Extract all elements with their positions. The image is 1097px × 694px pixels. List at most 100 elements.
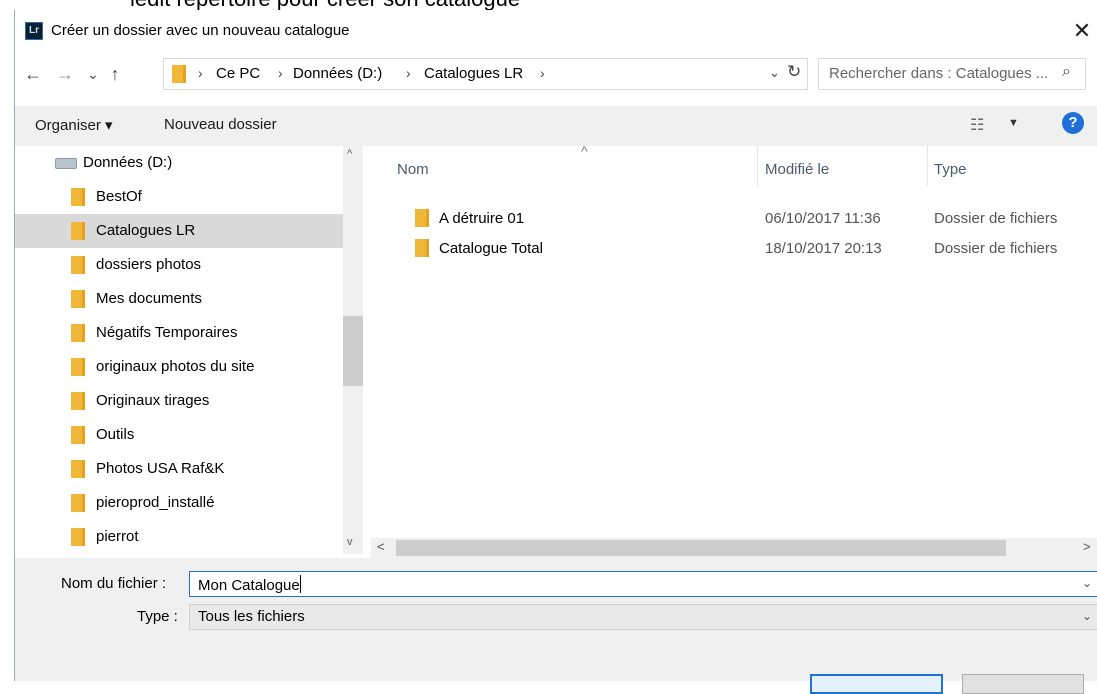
- help-icon[interactable]: ?: [1062, 112, 1084, 134]
- breadcrumb-separator-icon: ›: [406, 65, 411, 81]
- drive-icon: [55, 158, 77, 169]
- sidebar-item-label: dossiers photos: [96, 256, 202, 273]
- folder-icon: [71, 426, 85, 444]
- file-modified-cell: 06/10/2017 11:36: [765, 210, 881, 227]
- recent-locations-chevron-icon[interactable]: ⌄: [81, 58, 105, 90]
- sidebar-item[interactable]: Outils: [15, 418, 343, 452]
- folder-icon: [71, 528, 85, 546]
- forward-arrow-icon[interactable]: →: [53, 58, 77, 90]
- folder-icon: [415, 239, 429, 257]
- sidebar-item[interactable]: dossiers photos: [15, 248, 343, 282]
- command-toolbar: Organiser ▾ Nouveau dossier ☷ ▼ ?: [15, 106, 1097, 146]
- sidebar-item[interactable]: Catalogues LR: [15, 214, 343, 248]
- search-icon[interactable]: ⌕: [1062, 63, 1071, 81]
- breadcrumb-separator-icon: ›: [198, 65, 203, 81]
- select-folder-button[interactable]: [810, 674, 943, 694]
- cancel-button[interactable]: [962, 674, 1084, 694]
- table-row[interactable]: Catalogue Total 18/10/2017 20:13 Dossier d…: [371, 234, 1097, 264]
- sidebar-scroll-thumb[interactable]: [343, 316, 363, 386]
- address-bar[interactable]: › Ce PC › Données (D:) › Catalogues LR ›…: [163, 58, 808, 90]
- view-dropdown-icon[interactable]: ▼: [1008, 117, 1019, 129]
- sidebar-scrollbar[interactable]: ^ v: [343, 146, 363, 554]
- sidebar-item-label: Négatifs Temporaires: [96, 324, 238, 341]
- breadcrumb-this-pc[interactable]: Ce PC: [216, 65, 260, 82]
- lightroom-app-icon: Lr: [25, 22, 43, 40]
- sidebar-item-label: pierrot: [96, 528, 139, 545]
- column-header-type[interactable]: Type: [934, 161, 967, 178]
- sort-ascending-icon: ^: [581, 143, 588, 159]
- table-row[interactable]: A détruire 01 06/10/2017 11:36 Dossier de …: [371, 204, 1097, 234]
- file-type-cell: Dossier de fichiers: [934, 210, 1058, 227]
- sidebar-item[interactable]: Originaux tirages: [15, 384, 343, 418]
- back-arrow-icon[interactable]: ←: [21, 58, 45, 90]
- filename-input[interactable]: Mon Catalogue ⌄: [189, 571, 1097, 597]
- file-modified-cell: 18/10/2017 20:13: [765, 240, 882, 257]
- folder-icon: [71, 324, 85, 342]
- horizontal-scroll-thumb[interactable]: [396, 540, 1006, 556]
- address-dropdown-icon[interactable]: ⌄: [769, 65, 780, 81]
- sidebar-item-label: Outils: [96, 426, 135, 443]
- file-type-value: Tous les fichiers: [198, 608, 305, 625]
- sidebar-item[interactable]: BestOf: [15, 180, 343, 214]
- sidebar-item[interactable]: originaux photos du site: [15, 350, 343, 384]
- breadcrumb-drive-d[interactable]: Données (D:): [293, 65, 382, 82]
- sidebar-item-label: pieroprod_installé: [96, 494, 215, 511]
- navigation-pane: Données (D:) BestOf Catalogues LR dossiers…: [15, 146, 363, 554]
- close-icon[interactable]: ✕: [1067, 16, 1097, 46]
- scroll-up-icon[interactable]: ^: [347, 148, 352, 160]
- search-placeholder: Rechercher dans : Catalogues ...: [829, 65, 1049, 82]
- file-type-cell: Dossier de fichiers: [934, 240, 1058, 257]
- sidebar-item-label: Photos USA Raf&K: [96, 460, 225, 477]
- file-list-horizontal-scrollbar[interactable]: < >: [371, 538, 1097, 558]
- folder-icon: [71, 460, 85, 478]
- column-divider[interactable]: [927, 146, 928, 186]
- folder-icon: [71, 494, 85, 512]
- folder-icon: [172, 65, 186, 83]
- dialog-title: Créer un dossier avec un nouveau catalog…: [51, 22, 350, 39]
- folder-icon: [415, 209, 429, 227]
- sidebar-item-label: BestOf: [96, 188, 142, 205]
- filename-value: Mon Catalogue: [198, 575, 301, 594]
- organize-button[interactable]: Organiser ▾: [35, 116, 113, 134]
- file-name-area: Nom du fichier : Mon Catalogue ⌄ Type : …: [15, 558, 1097, 694]
- sidebar-item[interactable]: pierrot: [15, 520, 343, 554]
- scroll-down-icon[interactable]: v: [347, 536, 353, 548]
- folder-icon: [71, 256, 85, 274]
- type-label: Type :: [137, 608, 178, 625]
- column-header-name[interactable]: Nom: [397, 161, 429, 178]
- folder-icon: [71, 290, 85, 308]
- sidebar-item-label: Mes documents: [96, 290, 202, 307]
- breadcrumb-separator-icon: ›: [278, 65, 283, 81]
- sidebar-item[interactable]: Mes documents: [15, 282, 343, 316]
- file-name-cell: Catalogue Total: [439, 240, 543, 257]
- scroll-right-icon[interactable]: >: [1083, 539, 1091, 554]
- file-type-dropdown-icon[interactable]: ⌄: [1082, 609, 1092, 623]
- sidebar-item-label: originaux photos du site: [96, 358, 255, 375]
- new-folder-button[interactable]: Nouveau dossier: [164, 116, 277, 133]
- filename-dropdown-icon[interactable]: ⌄: [1082, 576, 1092, 590]
- scroll-left-icon[interactable]: <: [377, 539, 385, 554]
- sidebar-item-drive-d[interactable]: Données (D:): [15, 146, 343, 180]
- sidebar-item[interactable]: Négatifs Temporaires: [15, 316, 343, 350]
- folder-icon: [71, 222, 85, 240]
- file-list: ^ Nom Modifié le Type A détruire 01 06/10…: [371, 143, 1097, 546]
- title-bar: Lr Créer un dossier avec un nouveau cata…: [15, 10, 1097, 52]
- sidebar-item[interactable]: Photos USA Raf&K: [15, 452, 343, 486]
- column-divider[interactable]: [757, 146, 758, 186]
- search-input[interactable]: Rechercher dans : Catalogues ... ⌕: [818, 58, 1086, 90]
- breadcrumb-catalogues-lr[interactable]: Catalogues LR: [424, 65, 523, 82]
- file-type-select[interactable]: Tous les fichiers ⌄: [189, 604, 1097, 630]
- save-dialog: Lr Créer un dossier avec un nouveau cata…: [14, 10, 1097, 694]
- sidebar-item-label: Données (D:): [83, 154, 173, 171]
- folder-icon: [71, 188, 85, 206]
- sidebar-item[interactable]: pieroprod_installé: [15, 486, 343, 520]
- view-options-icon[interactable]: ☷: [970, 115, 984, 135]
- up-arrow-icon[interactable]: ↑: [103, 58, 127, 90]
- sidebar-item-label: Originaux tirages: [96, 392, 210, 409]
- sidebar-item-label: Catalogues LR: [96, 222, 196, 239]
- column-header-modified[interactable]: Modifié le: [765, 161, 829, 178]
- folder-icon: [71, 392, 85, 410]
- file-name-cell: A détruire 01: [439, 210, 525, 227]
- refresh-icon[interactable]: ↻: [787, 62, 801, 82]
- folder-icon: [71, 358, 85, 376]
